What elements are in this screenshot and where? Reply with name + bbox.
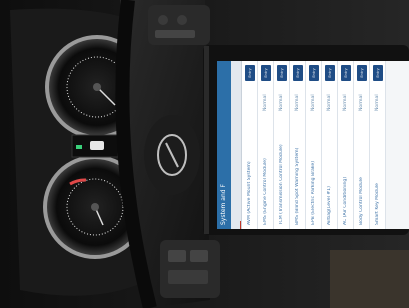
entry-button[interactable]: Entry [260,65,271,81]
tab-2[interactable] [231,213,241,221]
entry-button[interactable]: Entry [308,65,319,81]
entry-button[interactable]: Entry [356,65,367,81]
system-status: Normal [343,94,348,111]
system-name: BMS (Blind Spot Warning System) [295,147,300,225]
system-name: EMS (Engine Control Module) [263,158,268,225]
system-name: Airbag(Level #1) [327,186,332,225]
screen-content: System and F AVM (Active Mount System) E… [217,61,409,229]
system-list: AVM (Active Mount System) Entry EMS (Eng… [242,61,386,229]
entry-button[interactable]: Entry [276,65,287,81]
system-status: Normal [359,94,364,111]
system-row[interactable]: AC (Air Conditioning) Normal Entry [338,61,354,229]
tablet-screen: System and F AVM (Active Mount System) E… [217,61,409,229]
system-name: TCM (Transmission Control Module) [279,144,284,225]
system-status: Normal [279,94,284,111]
system-name: Smart Key Module [375,183,380,225]
tab-1[interactable] [231,221,241,229]
photo-scene: System and F AVM (Active Mount System) E… [0,0,409,308]
tab-3[interactable] [231,205,241,213]
entry-button[interactable]: Entry [372,65,383,81]
system-row[interactable]: AVM (Active Mount System) Entry [242,61,258,229]
system-row[interactable]: Smart Key Module Normal Entry [370,61,386,229]
system-status: Normal [375,94,380,111]
diagnostic-tablet: System and F AVM (Active Mount System) E… [203,45,409,233]
entry-button[interactable]: Entry [324,65,335,81]
system-status: Normal [263,94,268,111]
screen-title: System and F [217,61,231,229]
system-row[interactable]: EMS (Engine Control Module) Normal Entry [258,61,274,229]
system-name: AVM (Active Mount System) [247,161,252,225]
system-row[interactable]: TCM (Transmission Control Module) Normal… [274,61,290,229]
system-name: Body Control Module [359,177,364,225]
entry-button[interactable]: Entry [292,65,303,81]
system-name: EPB (Electric Parking Brake) [311,160,316,225]
system-row[interactable]: Body Control Module Normal Entry [354,61,370,229]
system-status: Normal [295,94,300,111]
entry-button[interactable]: Entry [340,65,351,81]
system-row[interactable]: Airbag(Level #1) Normal Entry [322,61,338,229]
system-row[interactable]: EPB (Electric Parking Brake) Normal Entr… [306,61,322,229]
entry-button[interactable]: Entry [244,65,255,81]
system-status: Normal [327,94,332,111]
screen-tabs [231,61,242,229]
system-row[interactable]: BMS (Blind Spot Warning System) Normal E… [290,61,306,229]
system-status: Normal [311,94,316,111]
system-name: AC (Air Conditioning) [343,176,348,225]
